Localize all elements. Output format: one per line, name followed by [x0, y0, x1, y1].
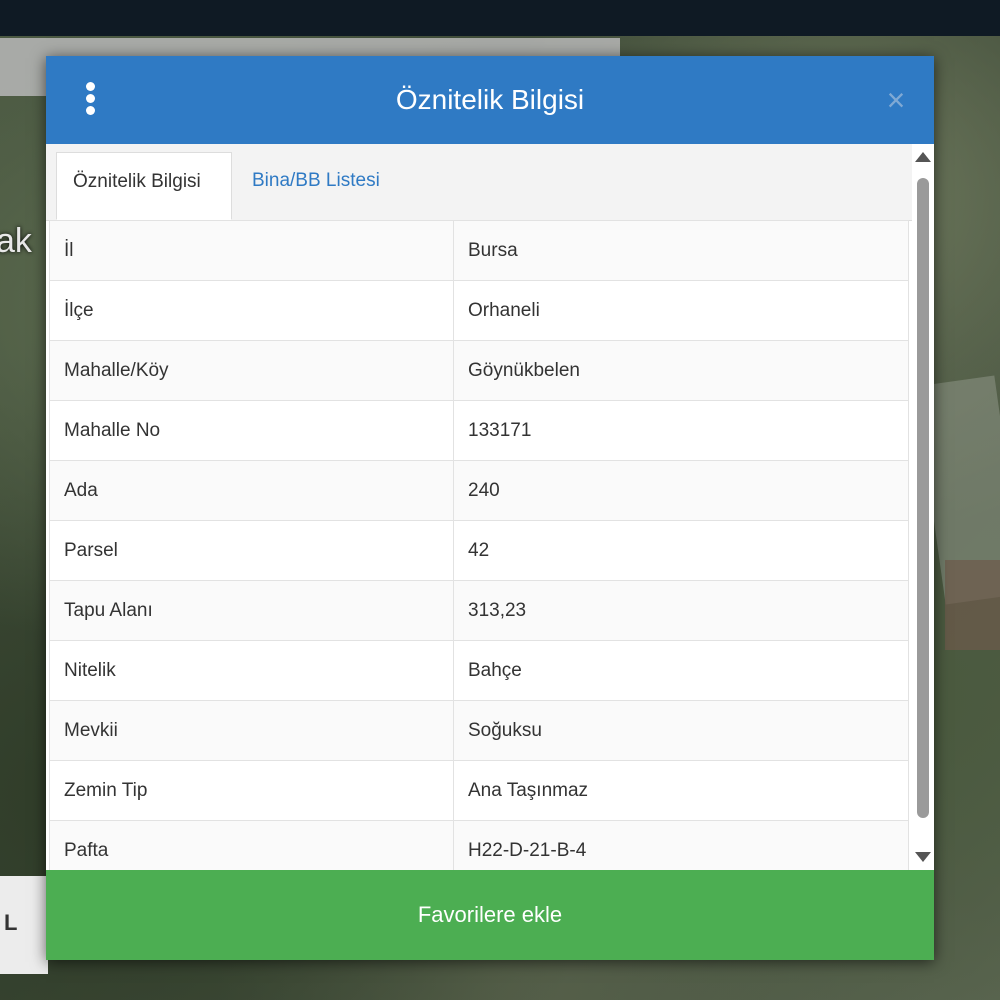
attribute-value: Bursa [453, 220, 909, 281]
table-row: İlçe Orhaneli [49, 280, 909, 341]
scroll-up-arrow-icon[interactable] [915, 152, 931, 162]
tab-attribute-info[interactable]: Öznitelik Bilgisi [56, 152, 232, 220]
attribute-key: Mevkii [49, 700, 454, 761]
table-row: Ada 240 [49, 460, 909, 521]
tab-building-list[interactable]: Bina/BB Listesi [236, 152, 396, 220]
table-row: Zemin Tip Ana Taşınmaz [49, 760, 909, 821]
attribute-value: Orhaneli [453, 280, 909, 341]
attribute-value: H22-D-21-B-4 [453, 820, 909, 870]
attribute-value: 240 [453, 460, 909, 521]
dialog-title: Öznitelik Bilgisi [395, 84, 585, 115]
table-row: Pafta H22-D-21-B-4 [49, 820, 909, 870]
scroll-down-arrow-icon[interactable] [915, 852, 931, 862]
top-bar [0, 0, 1000, 36]
attribute-key: Mahalle/Köy [49, 340, 454, 401]
dialog-header: Öznitelik Bilgisi × [46, 56, 934, 144]
map-scale-widget[interactable]: L [0, 876, 48, 974]
add-to-favorites-button[interactable]: Favorilere ekle [46, 870, 934, 960]
map-scale-label: L [4, 910, 18, 935]
attribute-key: Pafta [49, 820, 454, 870]
attribute-value: 133171 [453, 400, 909, 461]
attribute-key: Parsel [49, 520, 454, 581]
attribute-info-dialog: Öznitelik Bilgisi × Öznitelik Bilgisi Bi… [46, 56, 934, 960]
close-icon[interactable]: × [880, 82, 912, 118]
table-row: İl Bursa [49, 220, 909, 281]
map-place-label: ak [0, 222, 32, 260]
attribute-key: Nitelik [49, 640, 454, 701]
attribute-value: 313,23 [453, 580, 909, 641]
table-row: Mevkii Soğuksu [49, 700, 909, 761]
attribute-key: Mahalle No [49, 400, 454, 461]
attribute-value: Bahçe [453, 640, 909, 701]
table-row: Mahalle/Köy Göynükbelen [49, 340, 909, 401]
attribute-table: İl Bursa İlçe Orhaneli Mahalle/Köy Göynü… [49, 220, 909, 870]
table-row: Tapu Alanı 313,23 [49, 580, 909, 641]
map-building [945, 560, 1000, 650]
attribute-key: İl [49, 220, 454, 281]
attribute-value: Göynükbelen [453, 340, 909, 401]
table-row: Nitelik Bahçe [49, 640, 909, 701]
attribute-key: Tapu Alanı [49, 580, 454, 641]
table-row: Parsel 42 [49, 520, 909, 581]
attribute-key: İlçe [49, 280, 454, 341]
attribute-key: Ada [49, 460, 454, 521]
tab-bar: Öznitelik Bilgisi Bina/BB Listesi [46, 144, 912, 221]
attribute-value: 42 [453, 520, 909, 581]
attribute-value: Ana Taşınmaz [453, 760, 909, 821]
vertical-scrollbar[interactable] [912, 152, 934, 872]
attribute-table-container[interactable]: İl Bursa İlçe Orhaneli Mahalle/Köy Göynü… [46, 220, 912, 870]
attribute-value: Soğuksu [453, 700, 909, 761]
attribute-key: Zemin Tip [49, 760, 454, 821]
scrollbar-thumb[interactable] [917, 178, 929, 818]
table-row: Mahalle No 133171 [49, 400, 909, 461]
